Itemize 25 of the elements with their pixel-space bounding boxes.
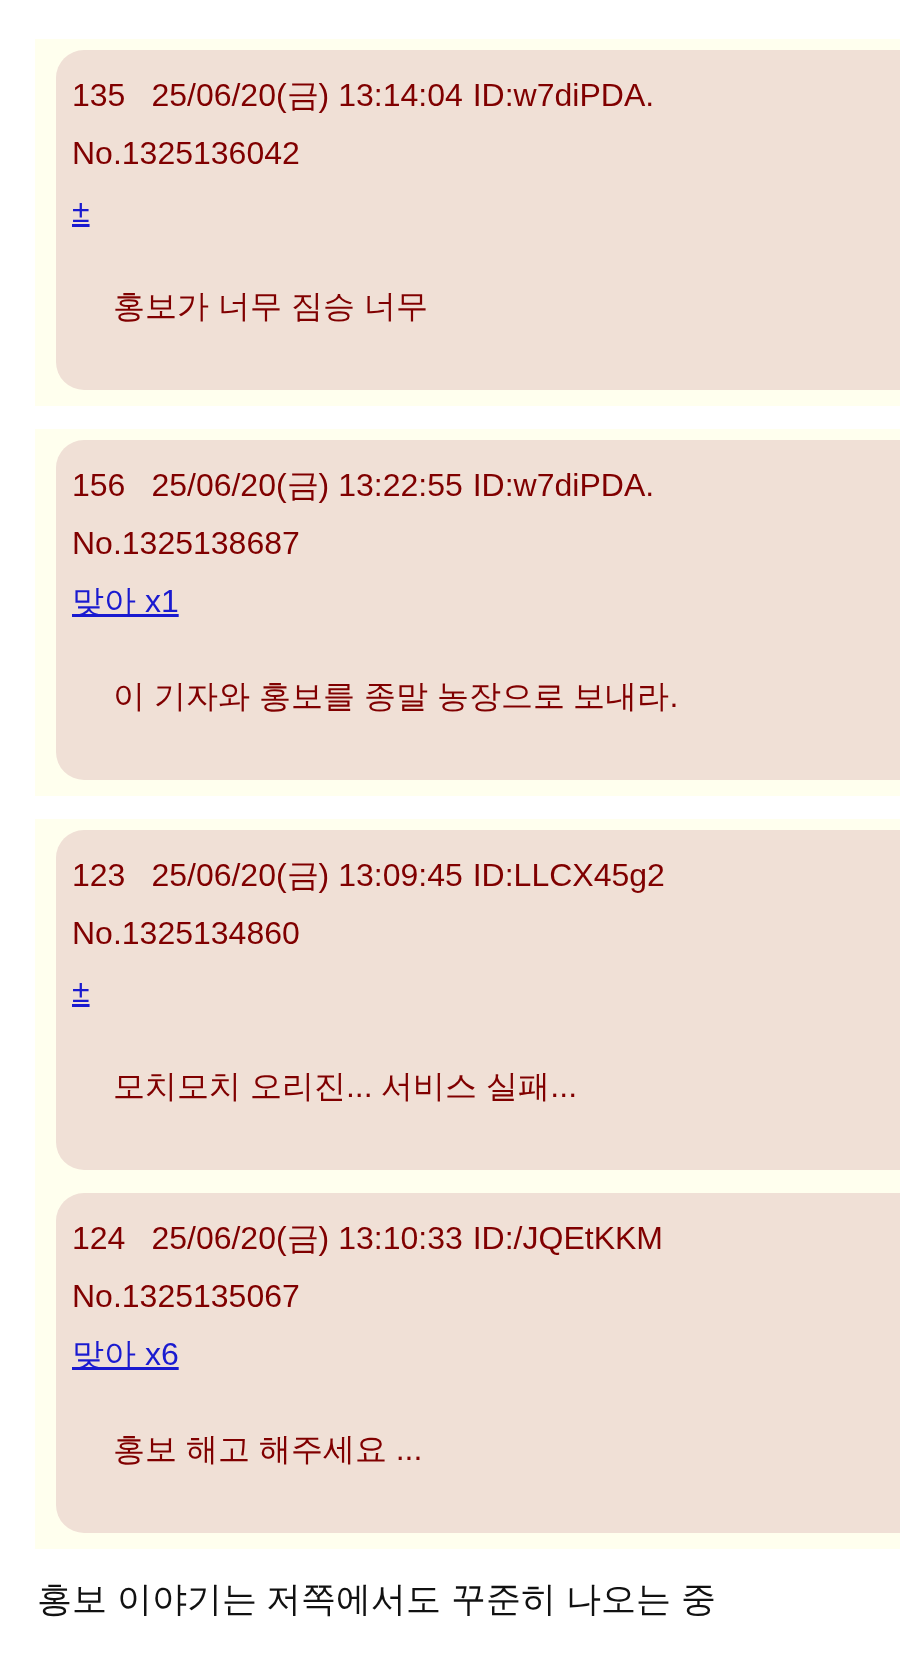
post-number: 124 bbox=[72, 1219, 126, 1258]
post-no: No.1325134860 bbox=[72, 914, 300, 953]
post-number: 156 bbox=[72, 466, 126, 505]
poster-id: ID:/JQEtKKM bbox=[472, 1219, 663, 1258]
reaction-link[interactable]: 맞아 x6 bbox=[72, 1325, 179, 1383]
post-message: 모치모치 오리진... 서비스 실패... bbox=[113, 1067, 577, 1106]
reaction-link[interactable]: ± bbox=[72, 182, 90, 240]
post-no: No.1325135067 bbox=[72, 1277, 300, 1316]
post-datetime: 25/06/20(금) 13:14:04 bbox=[151, 76, 463, 115]
poster-id: ID:w7diPDA. bbox=[472, 466, 655, 505]
post-datetime: 25/06/20(금) 13:10:33 bbox=[151, 1219, 463, 1258]
caption-text: 홍보 이야기는 저쪽에서도 꾸준히 나오는 중 bbox=[37, 1578, 716, 1620]
reaction-link[interactable]: ± bbox=[72, 962, 90, 1020]
post-datetime: 25/06/20(금) 13:09:45 bbox=[151, 856, 463, 895]
post-number: 135 bbox=[72, 76, 126, 115]
poster-id: ID:LLCX45g2 bbox=[472, 856, 665, 895]
post-message: 홍보 해고 해주세요 ... bbox=[113, 1430, 423, 1469]
post-message: 홍보가 너무 짐승 너무 bbox=[113, 287, 428, 326]
post-message: 이 기자와 홍보를 종말 농장으로 보내라. bbox=[113, 677, 679, 716]
reaction-link[interactable]: 맞아 x1 bbox=[72, 572, 179, 630]
post-no: No.1325138687 bbox=[72, 524, 300, 563]
poster-id: ID:w7diPDA. bbox=[472, 76, 655, 115]
post-no: No.1325136042 bbox=[72, 134, 300, 173]
post-number: 123 bbox=[72, 856, 126, 895]
post-datetime: 25/06/20(금) 13:22:55 bbox=[151, 466, 463, 505]
